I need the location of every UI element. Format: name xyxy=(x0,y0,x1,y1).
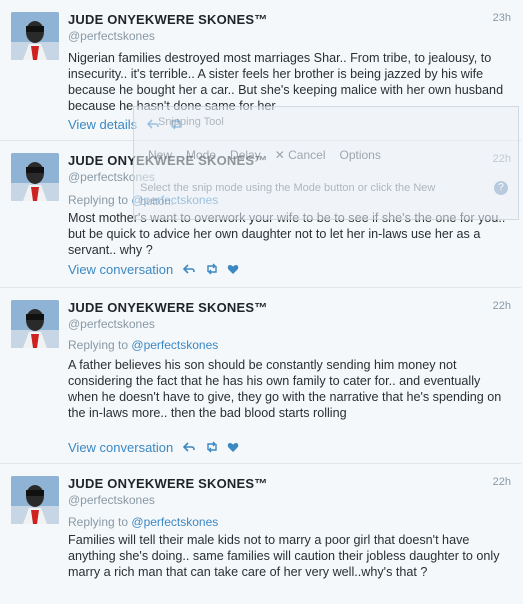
like-icon[interactable] xyxy=(227,441,239,453)
tweet-text: Nigerian families destroyed most marriag… xyxy=(68,51,504,113)
reply-icon[interactable] xyxy=(183,441,196,453)
retweet-icon[interactable] xyxy=(169,118,181,130)
replying-to-label: Replying to xyxy=(68,338,129,352)
author-name[interactable]: JUDE ONYEKWERE SKONES™ xyxy=(68,476,267,491)
avatar[interactable] xyxy=(11,300,59,348)
view-conversation-link[interactable]: View conversation xyxy=(68,262,173,277)
replying-to: Replying to @perfectskones xyxy=(68,193,218,207)
tweet-item[interactable]: JUDE ONYEKWERE SKONES™ @perfectskones 23… xyxy=(0,0,521,141)
author-handle[interactable]: @perfectskones xyxy=(68,29,155,43)
tweet-actions: View conversation xyxy=(68,439,239,455)
tweet-text: Most mother's want to overwork your wife… xyxy=(68,211,506,257)
view-conversation-link[interactable]: View conversation xyxy=(68,440,173,455)
tweet-time[interactable]: 22h xyxy=(493,153,511,165)
reply-icon[interactable] xyxy=(147,118,159,130)
tweet-text: A father believes his son should be cons… xyxy=(68,358,502,420)
replying-to: Replying to @perfectskones xyxy=(68,515,218,529)
author-name[interactable]: JUDE ONYEKWERE SKONES™ xyxy=(68,12,267,27)
author-handle[interactable]: @perfectskones xyxy=(68,170,155,184)
author-handle[interactable]: @perfectskones xyxy=(68,317,155,331)
author-name[interactable]: JUDE ONYEKWERE SKONES™ xyxy=(68,300,267,315)
replying-to-label: Replying to xyxy=(68,515,129,529)
author-name[interactable]: JUDE ONYEKWERE SKONES™ xyxy=(68,153,267,168)
reply-icon[interactable] xyxy=(183,263,196,275)
like-icon[interactable] xyxy=(227,263,239,275)
author-handle[interactable]: @perfectskones xyxy=(68,493,155,507)
replying-to-mention[interactable]: @perfectskones xyxy=(131,338,218,352)
avatar[interactable] xyxy=(11,476,59,524)
tweet-time[interactable]: 22h xyxy=(493,300,511,312)
retweet-icon[interactable] xyxy=(205,441,217,453)
tweet-time[interactable]: 23h xyxy=(493,12,511,24)
retweet-icon[interactable] xyxy=(205,263,217,275)
tweet-time[interactable]: 22h xyxy=(493,476,511,488)
tweet-item[interactable]: JUDE ONYEKWERE SKONES™ @perfectskones 22… xyxy=(0,288,521,464)
tweet-actions: View conversation xyxy=(68,261,239,277)
replying-to: Replying to @perfectskones xyxy=(68,338,218,352)
avatar[interactable] xyxy=(11,12,59,60)
replying-to-label: Replying to xyxy=(68,193,129,207)
view-details-link[interactable]: View details xyxy=(68,117,137,132)
replying-to-mention[interactable]: @perfectskones xyxy=(131,515,218,529)
avatar[interactable] xyxy=(11,153,59,201)
tweet-actions: View details xyxy=(68,116,181,132)
tweet-text: Families will tell their male kids not t… xyxy=(68,533,500,579)
tweet-item[interactable]: JUDE ONYEKWERE SKONES™ @perfectskones 22… xyxy=(0,141,521,288)
replying-to-mention[interactable]: @perfectskones xyxy=(131,193,218,207)
tweet-item[interactable]: JUDE ONYEKWERE SKONES™ @perfectskones 22… xyxy=(0,464,521,604)
